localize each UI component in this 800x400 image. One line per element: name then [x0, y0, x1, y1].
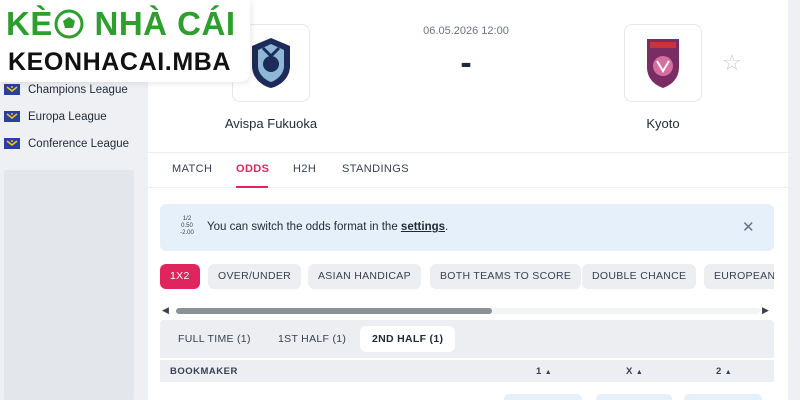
- soccer-ball-icon: [54, 9, 84, 39]
- sort-up-icon: ▲: [635, 369, 644, 376]
- tab-odds[interactable]: ODDS: [236, 163, 269, 175]
- period-first-half[interactable]: 1ST HALF (1): [266, 326, 358, 352]
- settings-link[interactable]: settings: [401, 221, 445, 233]
- home-team-name: Avispa Fukuoka: [224, 116, 318, 131]
- logo-wordmark: KÈ NHÀ CÁI: [6, 5, 236, 42]
- period-second-half[interactable]: 2ND HALF (1): [360, 326, 456, 352]
- column-draw[interactable]: X ▲: [626, 366, 643, 377]
- scroll-right-icon[interactable]: ▶: [762, 305, 769, 316]
- odds-format-icon: 1/2 0.50 -2.00: [180, 216, 194, 236]
- column-home-win[interactable]: 1 ▲: [536, 366, 552, 377]
- close-icon[interactable]: ✕: [742, 218, 755, 236]
- tab-h2h[interactable]: H2H: [293, 163, 316, 175]
- column-bookmaker: BOOKMAKER: [170, 366, 238, 377]
- market-european-handicap[interactable]: EUROPEAN: [704, 264, 774, 289]
- sort-up-icon: ▲: [724, 369, 733, 376]
- sidebar-item-europa-league[interactable]: Europa League: [0, 103, 140, 130]
- match-datetime: 06.05.2026 12:00: [423, 25, 509, 37]
- site-logo: KÈ NHÀ CÁI KEONHACAI.MBA: [0, 0, 250, 82]
- european-flag-icon: [4, 111, 20, 122]
- star-icon[interactable]: ☆: [722, 50, 742, 76]
- kyoto-sanga-crest-icon: [624, 24, 702, 102]
- market-both-teams-to-score[interactable]: BOTH TEAMS TO SCORE: [430, 264, 582, 289]
- market-over-under[interactable]: OVER/UNDER: [208, 264, 302, 289]
- sidebar-item-conference-league[interactable]: Conference League: [0, 130, 140, 157]
- european-flag-icon: [4, 84, 20, 95]
- market-scrollbar[interactable]: ◀ ▶: [160, 305, 774, 317]
- match-score: -: [460, 44, 472, 82]
- odds-cell[interactable]: [596, 394, 672, 400]
- column-away-win[interactable]: 2 ▲: [716, 366, 732, 377]
- european-flag-icon: [4, 138, 20, 149]
- sidebar-item-label: Europa League: [28, 110, 107, 123]
- market-selector: 1X2 OVER/UNDER ASIAN HANDICAP BOTH TEAMS…: [160, 264, 774, 290]
- sidebar-item-label: Conference League: [28, 137, 130, 150]
- sidebar-placeholder-block: [4, 170, 134, 400]
- market-double-chance[interactable]: DOUBLE CHANCE: [582, 264, 697, 289]
- sidebar-competitions: Champions League Europa League Conferenc…: [0, 76, 140, 157]
- banner-message: You can switch the odds format in the se…: [207, 221, 449, 233]
- active-tab-indicator: [236, 186, 268, 188]
- market-asian-handicap[interactable]: ASIAN HANDICAP: [308, 264, 421, 289]
- logo-domain: KEONHACAI.MBA: [4, 46, 244, 78]
- page: Champions League Europa League Conferenc…: [0, 0, 800, 400]
- scroll-left-icon[interactable]: ◀: [162, 305, 169, 316]
- sort-up-icon: ▲: [544, 369, 553, 376]
- match-tabs: MATCH ODDS H2H STANDINGS: [148, 152, 788, 188]
- away-team[interactable]: Kyoto: [608, 24, 718, 131]
- odds-cell[interactable]: [504, 394, 582, 400]
- away-team-name: Kyoto: [646, 116, 680, 131]
- period-full-time[interactable]: FULL TIME (1): [166, 326, 263, 352]
- scrollbar-thumb[interactable]: [176, 308, 492, 314]
- sidebar-item-label: Champions League: [28, 83, 128, 96]
- period-selector: FULL TIME (1) 1ST HALF (1) 2ND HALF (1): [160, 320, 774, 358]
- market-1x2[interactable]: 1X2: [160, 264, 200, 289]
- odds-table-header: BOOKMAKER 1 ▲ X ▲ 2 ▲: [160, 360, 774, 382]
- tab-standings[interactable]: STANDINGS: [342, 163, 409, 175]
- odds-format-banner: 1/2 0.50 -2.00 You can switch the odds f…: [160, 204, 774, 251]
- odds-cell[interactable]: [684, 394, 762, 400]
- tab-match[interactable]: MATCH: [172, 163, 212, 175]
